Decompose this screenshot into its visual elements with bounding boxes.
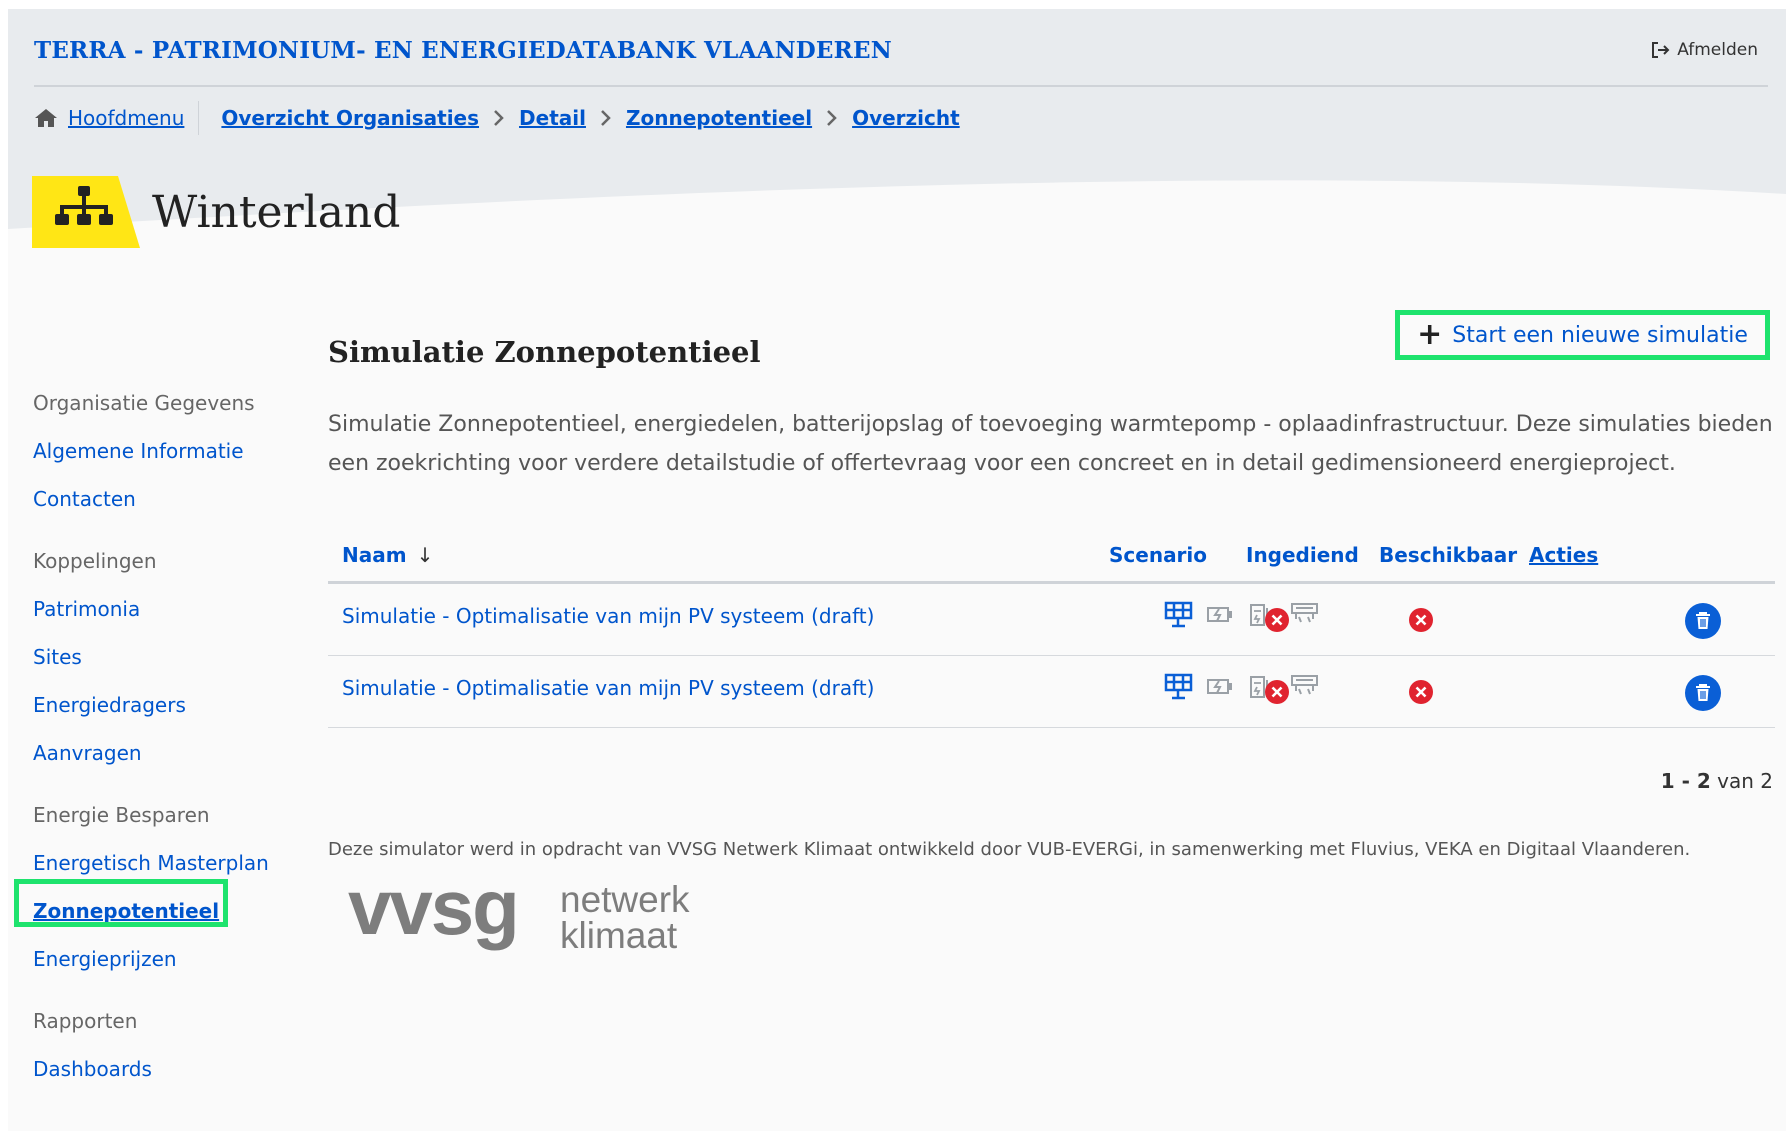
organization-badge bbox=[32, 176, 140, 248]
app-title[interactable]: TERRA - PATRIMONIUM- EN ENERGIEDATABANK … bbox=[34, 37, 892, 64]
sidebar: Organisatie Gegevens Algemene Informatie… bbox=[14, 379, 273, 1093]
column-header-ingediend: Ingediend bbox=[1246, 543, 1359, 567]
breadcrumb: Hoofdmenu Overzicht Organisaties Detail … bbox=[34, 101, 960, 135]
breadcrumb-overzicht[interactable]: Overzicht bbox=[852, 106, 960, 130]
table-row: Simulatie - Optimalisatie van mijn PV sy… bbox=[328, 656, 1775, 728]
app-frame: TERRA - PATRIMONIUM- EN ENERGIEDATABANK … bbox=[8, 9, 1786, 1131]
breadcrumb-home-link[interactable]: Hoofdmenu bbox=[68, 106, 184, 130]
column-header-beschikbaar: Beschikbaar bbox=[1379, 543, 1518, 567]
breadcrumb-organisaties[interactable]: Overzicht Organisaties bbox=[221, 106, 479, 130]
org-chart-icon bbox=[32, 176, 140, 248]
breadcrumb-home[interactable]: Hoofdmenu bbox=[34, 101, 200, 135]
sidebar-item-patrimonia[interactable]: Patrimonia bbox=[33, 585, 273, 633]
sidebar-group-energie-besparen: Energie Besparen bbox=[33, 803, 210, 827]
simulation-name-link[interactable]: Simulatie - Optimalisatie van mijn PV sy… bbox=[342, 604, 874, 628]
plus-icon: + bbox=[1417, 317, 1443, 352]
sidebar-item-zonnepotentieel[interactable]: Zonnepotentieel bbox=[14, 879, 273, 935]
sidebar-item-contacten[interactable]: Contacten bbox=[33, 475, 273, 523]
table-header: Naam ↓ Scenario Ingediend Beschikbaar Act… bbox=[328, 529, 1775, 584]
simulations-table: Naam ↓ Scenario Ingediend Beschikbaar Act… bbox=[328, 529, 1775, 728]
logout-button[interactable]: Afmelden bbox=[1651, 40, 1758, 60]
battery-icon bbox=[1207, 607, 1232, 622]
battery-icon bbox=[1207, 679, 1232, 694]
sidebar-group-koppelingen: Koppelingen bbox=[33, 549, 157, 573]
active-highlight bbox=[14, 879, 228, 927]
breadcrumb-detail[interactable]: Detail bbox=[519, 106, 586, 130]
logout-label: Afmelden bbox=[1677, 40, 1758, 60]
charging-icon bbox=[1291, 603, 1318, 623]
organization-name: Winterland bbox=[152, 186, 401, 238]
not-submitted-icon bbox=[1265, 680, 1289, 704]
charging-icon bbox=[1291, 675, 1318, 695]
start-new-simulation-button[interactable]: + Start een nieuwe simulatie bbox=[1395, 310, 1770, 360]
delete-button[interactable] bbox=[1684, 602, 1722, 640]
top-bar: TERRA - PATRIMONIUM- EN ENERGIEDATABANK … bbox=[34, 29, 1768, 87]
chevron-right-icon bbox=[493, 109, 505, 127]
sidebar-item-aanvragen[interactable]: Aanvragen bbox=[33, 729, 273, 777]
delete-button[interactable] bbox=[1684, 674, 1722, 712]
column-header-scenario: Scenario bbox=[1109, 543, 1208, 567]
column-header-acties[interactable]: Acties bbox=[1529, 543, 1598, 567]
scenario-icons bbox=[1163, 672, 1320, 701]
solar-panel-icon bbox=[1164, 673, 1193, 700]
sort-arrow-icon: ↓ bbox=[416, 543, 434, 567]
sidebar-group-rapporten: Rapporten bbox=[33, 1009, 138, 1033]
sidebar-item-energiedragers[interactable]: Energiedragers bbox=[33, 681, 273, 729]
chevron-right-icon bbox=[826, 109, 838, 127]
footer-note: Deze simulator werd in opdracht van VVSG… bbox=[328, 839, 1691, 860]
sidebar-group-organisatie: Organisatie Gegevens bbox=[33, 391, 255, 415]
chevron-right-icon bbox=[600, 109, 612, 127]
logo-main-text: vvsg bbox=[348, 874, 518, 951]
page-title: Simulatie Zonnepotentieel bbox=[328, 335, 761, 369]
sidebar-item-sites[interactable]: Sites bbox=[33, 633, 273, 681]
start-new-simulation-label: Start een nieuwe simulatie bbox=[1452, 322, 1748, 348]
not-available-icon bbox=[1409, 608, 1433, 632]
sidebar-item-energieprijzen[interactable]: Energieprijzen bbox=[33, 935, 273, 983]
not-submitted-icon bbox=[1265, 608, 1289, 632]
scenario-icons bbox=[1163, 600, 1320, 629]
organization-header: Winterland bbox=[32, 176, 400, 248]
pagination-range: 1 - 2 bbox=[1660, 769, 1711, 793]
home-icon bbox=[35, 109, 57, 127]
breadcrumb-zonnepotentieel[interactable]: Zonnepotentieel bbox=[626, 106, 812, 130]
logo-line2-text: klimaat bbox=[560, 915, 678, 956]
sidebar-item-algemene-informatie[interactable]: Algemene Informatie bbox=[33, 427, 273, 475]
not-available-icon bbox=[1409, 680, 1433, 704]
pagination-info: 1 - 2 van 2 bbox=[1661, 769, 1773, 793]
solar-panel-icon bbox=[1164, 601, 1193, 628]
table-row: Simulatie - Optimalisatie van mijn PV sy… bbox=[328, 584, 1775, 656]
column-header-naam[interactable]: Naam ↓ bbox=[342, 543, 433, 567]
logout-icon bbox=[1652, 42, 1670, 58]
pagination-total: van 2 bbox=[1717, 769, 1773, 793]
simulation-name-link[interactable]: Simulatie - Optimalisatie van mijn PV sy… bbox=[342, 676, 874, 700]
vvsg-netwerk-klimaat-logo: vvsg netwerk klimaat bbox=[348, 874, 690, 956]
sidebar-item-dashboards[interactable]: Dashboards bbox=[33, 1045, 273, 1093]
intro-text: Simulatie Zonnepotentieel, energiedelen,… bbox=[328, 412, 1773, 476]
logo-line1-text: netwerk bbox=[560, 879, 690, 920]
